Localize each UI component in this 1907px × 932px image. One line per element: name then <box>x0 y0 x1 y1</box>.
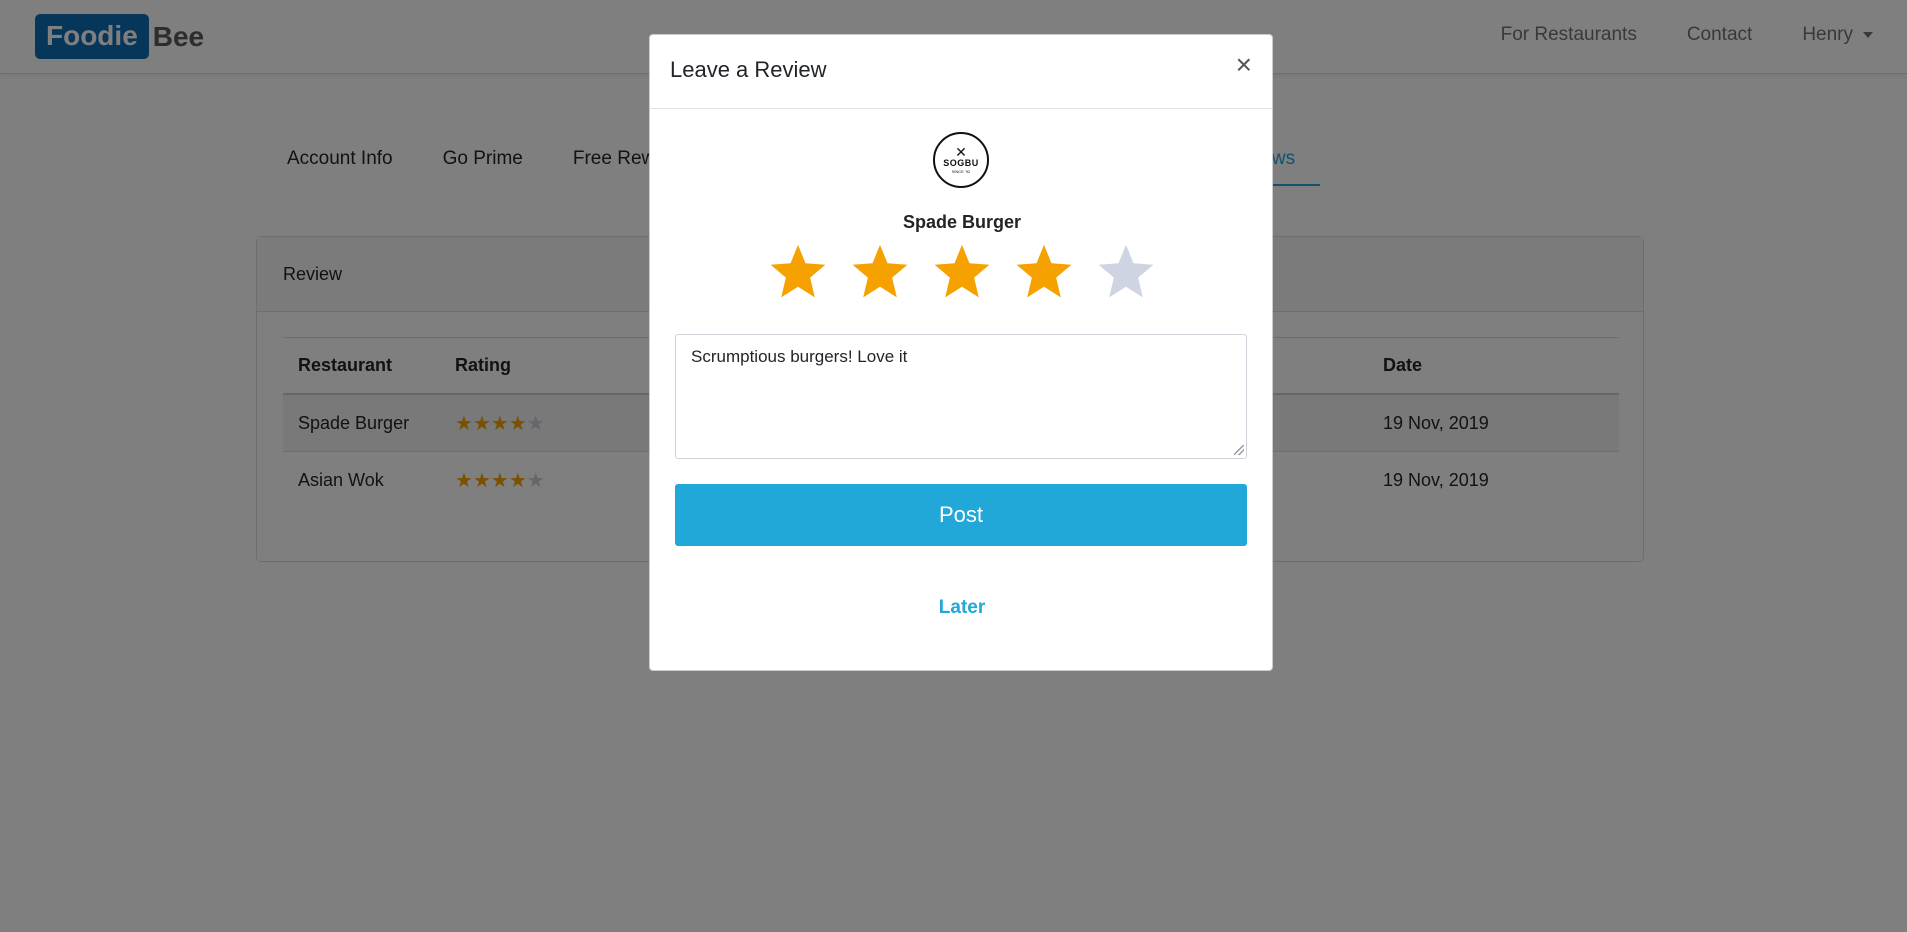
close-icon[interactable]: × <box>1236 51 1252 79</box>
restaurant-logo-text: SOGBU <box>943 157 979 168</box>
star-4-icon[interactable] <box>1013 241 1075 303</box>
star-1-icon[interactable] <box>767 241 829 303</box>
star-5-icon[interactable] <box>1095 241 1157 303</box>
fork-spatula-icon: ✕ <box>955 143 967 160</box>
restaurant-logo-subtext: SINCE '92 <box>951 168 971 174</box>
rating-stars <box>767 241 1157 311</box>
review-text-field[interactable]: Scrumptious burgers! Love it <box>675 334 1247 459</box>
review-modal: Leave a Review × ✕ SOGBU SINCE '92 Spade… <box>649 34 1273 671</box>
post-button[interactable]: Post <box>675 484 1247 546</box>
restaurant-logo: ✕ SOGBU SINCE '92 <box>933 132 989 188</box>
modal-header: Leave a Review × <box>650 35 1272 109</box>
star-3-icon[interactable] <box>931 241 993 303</box>
star-2-icon[interactable] <box>849 241 911 303</box>
resize-handle-icon[interactable] <box>1234 445 1244 455</box>
restaurant-name: Spade Burger <box>902 212 1022 232</box>
modal-title: Leave a Review <box>670 57 827 82</box>
later-link[interactable]: Later <box>650 597 1274 619</box>
